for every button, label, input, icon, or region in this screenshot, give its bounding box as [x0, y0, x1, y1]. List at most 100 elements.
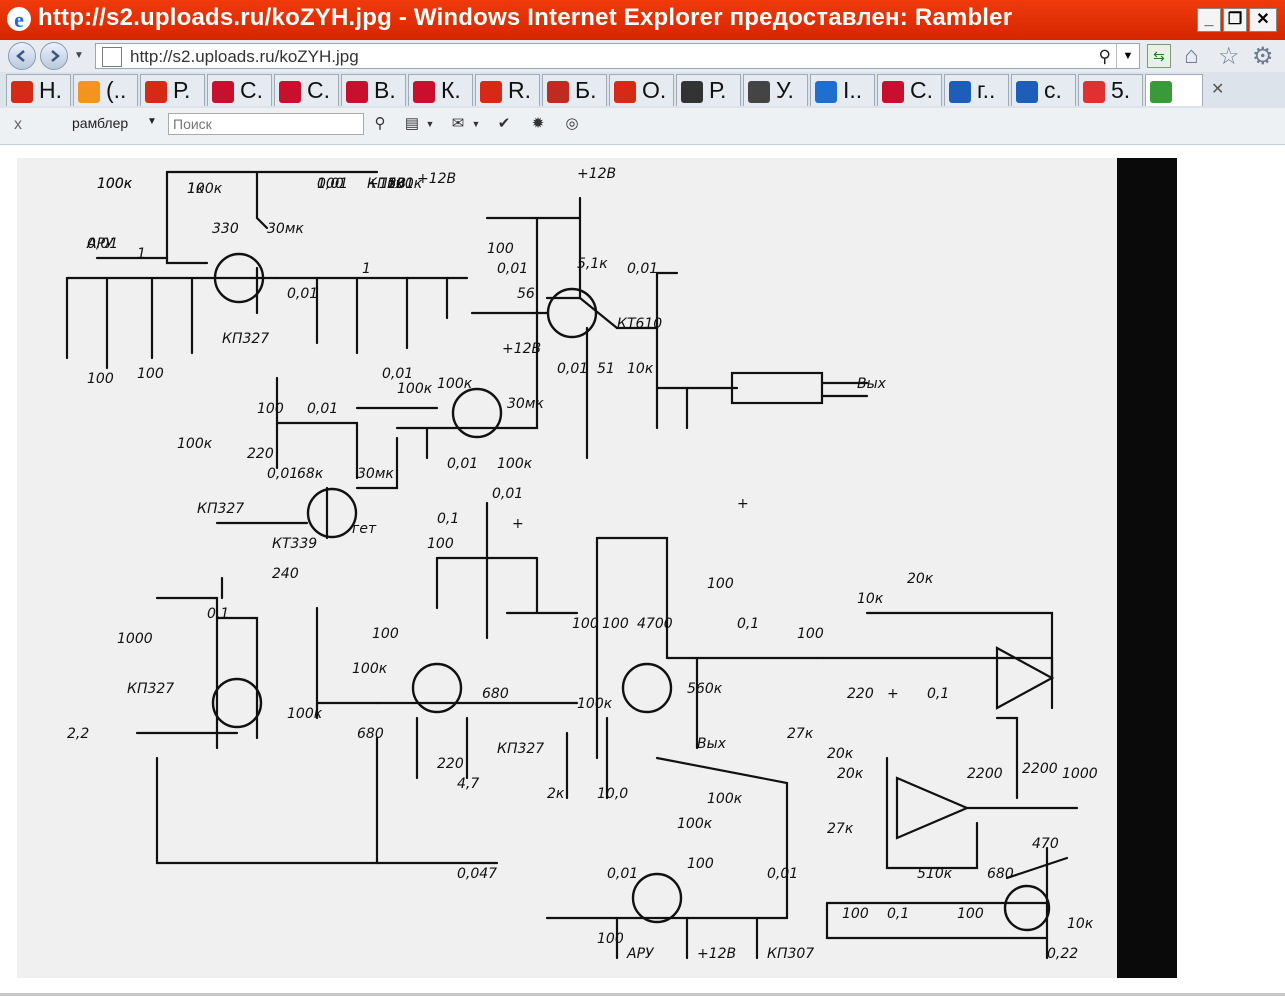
tab-label: 5. [1111, 77, 1131, 103]
history-dropdown-icon[interactable]: ▼ [74, 50, 84, 61]
schematic-label: 0,1 [207, 606, 229, 622]
rambler-icon [145, 81, 167, 103]
toolbar-search-input[interactable] [168, 113, 364, 135]
schematic-label: 5,1к [577, 256, 608, 272]
schematic-label: 100к [497, 456, 533, 472]
back-button[interactable] [8, 42, 36, 70]
tab-9[interactable]: Б. [542, 74, 607, 106]
chevron-down-icon[interactable]: ▼ [420, 114, 440, 134]
schematic-label: 1000 [1062, 766, 1098, 782]
home-icon[interactable]: ⌂ [1184, 42, 1199, 70]
tab-10[interactable]: О. [609, 74, 674, 106]
tab-label: О. [642, 77, 667, 103]
tab-1[interactable]: Н. [6, 74, 71, 106]
tab-18[interactable] [1145, 74, 1203, 106]
back-arrow-icon [16, 50, 25, 62]
schematic-label: 470 [1032, 836, 1059, 852]
schematic-label: 10к [627, 361, 654, 377]
refresh-icon[interactable]: ⇆ [1147, 44, 1171, 68]
tab-16[interactable]: с. [1011, 74, 1076, 106]
search-icon[interactable]: ⚲ [370, 114, 390, 134]
schematic-label: КП327 [222, 331, 269, 347]
schematic-label: 2,2 [67, 726, 89, 742]
schematic-label: 100 [317, 176, 344, 192]
tab-label: Б. [575, 77, 597, 103]
url-text[interactable]: http://s2.uploads.ru/koZYH.jpg [130, 47, 359, 67]
schematic-label: + [737, 496, 749, 512]
schematic-label: 330 [212, 221, 239, 237]
schematic-label: 100 [687, 856, 714, 872]
tab-5[interactable]: С. [274, 74, 339, 106]
schematic-label: 30мк [267, 221, 304, 237]
settings-icon[interactable]: ✹ [528, 114, 548, 134]
tab-label: с. [1044, 77, 1062, 103]
schematic-label: КП327 [497, 741, 544, 757]
tab-4[interactable]: С. [207, 74, 272, 106]
sprashivai-icon [346, 81, 368, 103]
schematic-image: 100к 100к 0,01 +12В 0,01 100к +12В 1 330 30мк 0,01… [17, 158, 1177, 978]
tab-11[interactable]: Р. [676, 74, 741, 106]
chevron-down-icon[interactable]: ▼ [147, 116, 157, 127]
schematic-label: 2200 [1022, 761, 1058, 777]
tab-close-icon[interactable]: ✕ [1211, 79, 1224, 99]
search-icon[interactable]: ⚲ [1099, 47, 1111, 67]
navigation-bar: ▼ http://s2.uploads.ru/koZYH.jpg ⚲ ▼ ⇆ ⌂… [0, 40, 1285, 72]
schematic-label: 0,01 [382, 366, 413, 382]
schematic-drawing: 100к 100к0,01+12В0,01 100к+12В1330 30мк0,01… [17, 158, 1177, 978]
schematic-label: 100к [352, 661, 388, 677]
schematic-label: +12В [577, 166, 616, 182]
tab-17[interactable]: 5. [1078, 74, 1143, 106]
rambler-icon [614, 81, 636, 103]
tab-label: г.. [977, 77, 996, 103]
schematic-label: 100 [487, 241, 514, 257]
schematic-label: 100 [137, 366, 164, 382]
svg-text:e: e [14, 7, 24, 32]
tools-gear-icon[interactable]: ⚙ [1252, 42, 1274, 71]
schematic-label: 4,7 [457, 776, 479, 792]
tab-7[interactable]: К. [408, 74, 473, 106]
address-dropdown-icon[interactable]: ▼ [1116, 44, 1139, 68]
check-icon[interactable]: ✔ [494, 114, 514, 134]
schematic-label: 4700 [637, 616, 673, 632]
schematic-label: 56 [517, 286, 535, 302]
forward-button[interactable] [40, 42, 68, 70]
schematic-label: 51 [597, 361, 615, 377]
tab-label: С. [240, 77, 263, 103]
tab-12[interactable]: У. [743, 74, 808, 106]
schematic-label: +12В [417, 171, 456, 187]
tab-6[interactable]: В. [341, 74, 406, 106]
schematic-label: 30мк [507, 396, 544, 412]
tab-2[interactable]: (.. [73, 74, 138, 106]
address-field[interactable]: http://s2.uploads.ru/koZYH.jpg ⚲ ▼ [95, 43, 1140, 69]
schematic-label: 220 [247, 446, 274, 462]
tab-label: У. [776, 77, 794, 103]
schematic-label: 100к [287, 706, 323, 722]
image-tab-icon [1150, 81, 1172, 103]
schematic-label: 0,01 [627, 261, 658, 277]
account-icon[interactable]: ◎ [562, 114, 582, 134]
minimize-button[interactable]: _ [1197, 8, 1221, 32]
schematic-label: 680 [987, 866, 1014, 882]
maximize-button[interactable]: ❐ [1223, 8, 1247, 32]
schematic-label: 0,047 [457, 866, 497, 882]
close-button[interactable]: ✕ [1249, 8, 1277, 32]
chevron-down-icon[interactable]: ▼ [466, 114, 486, 134]
schematic-label: 0,01 [767, 866, 798, 882]
schematic-label: 0,01 [492, 486, 523, 502]
tab-label: I.. [843, 77, 863, 103]
tab-14[interactable]: С. [877, 74, 942, 106]
tab-8[interactable]: R. [475, 74, 540, 106]
schematic-label: 100к [677, 816, 713, 832]
notes-icon[interactable]: ▤ [402, 114, 422, 134]
favorites-star-icon[interactable]: ☆ [1218, 42, 1240, 71]
tab-15[interactable]: г.. [944, 74, 1009, 106]
sprashivai-icon [882, 81, 904, 103]
tab-3[interactable]: Р. [140, 74, 205, 106]
tab-13[interactable]: I.. [810, 74, 875, 106]
toolbar-close-icon[interactable]: x [14, 116, 22, 134]
schematic-label: 0,01 [307, 401, 338, 417]
rambler-menu[interactable]: рамблер [72, 115, 128, 131]
mail-icon[interactable]: ✉ [448, 114, 468, 134]
schematic-label: 560к [687, 681, 723, 697]
schematic-label: 27к [827, 821, 854, 837]
